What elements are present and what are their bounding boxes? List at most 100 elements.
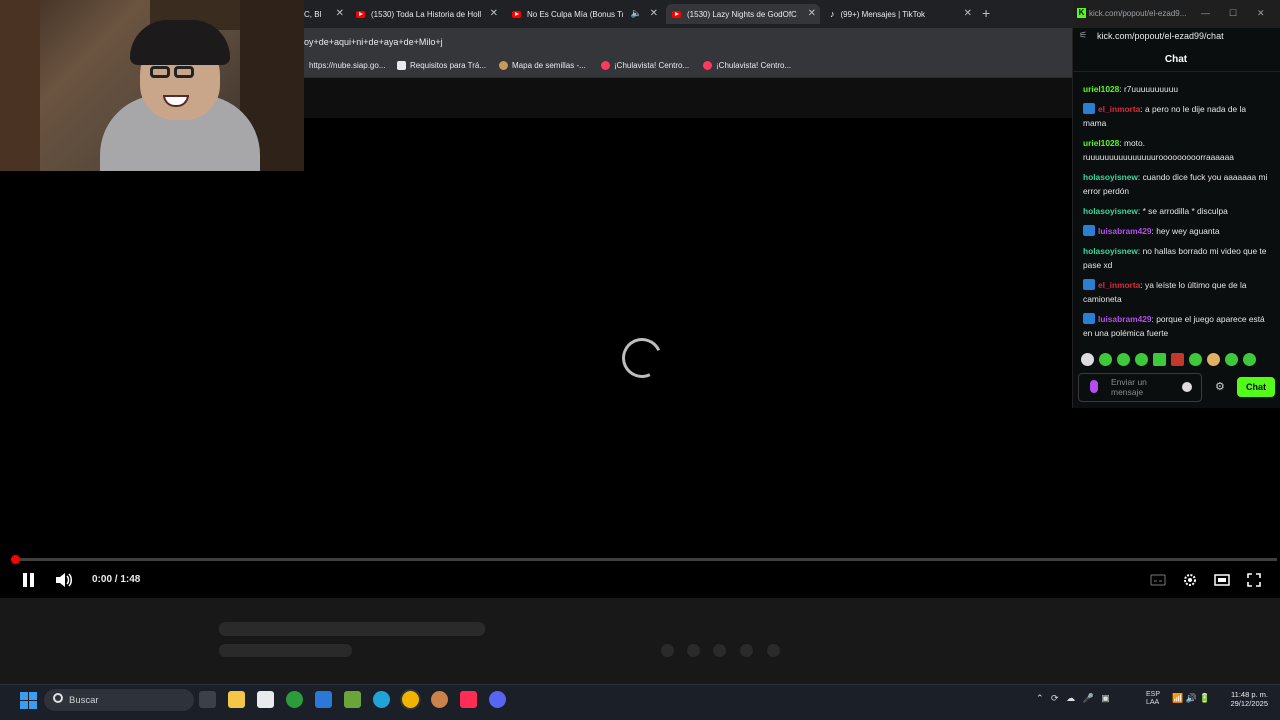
emote-icon[interactable] [1171, 353, 1184, 366]
send-chat-button[interactable]: Chat [1237, 377, 1275, 397]
microphone-icon[interactable] [1090, 380, 1098, 393]
subscriber-badge-icon [1083, 103, 1095, 114]
volume-button[interactable] [55, 572, 73, 588]
maximize-icon[interactable]: ☐ [1229, 8, 1237, 19]
site-settings-icon[interactable]: ⚟ [1079, 30, 1087, 41]
emoji-icon[interactable] [1182, 382, 1192, 392]
progress-scrubber[interactable] [11, 555, 20, 564]
close-icon[interactable]: ✕ [964, 8, 972, 20]
app-icon[interactable] [431, 691, 448, 708]
minecraft-icon[interactable] [344, 691, 361, 708]
fullscreen-button[interactable] [1246, 572, 1262, 588]
chat-username[interactable]: el_inmorta [1098, 280, 1140, 290]
time-display: 0:00 / 1:48 [92, 574, 141, 585]
discord-icon[interactable] [489, 691, 506, 708]
browser-tab[interactable]: No Es Culpa Mía (Bonus Tr 🔈 ✕ [506, 4, 662, 24]
settings-button[interactable] [1182, 572, 1198, 588]
emote-icon[interactable] [1117, 353, 1130, 366]
new-tab-button[interactable]: + [982, 5, 990, 21]
airbnb-icon [601, 61, 610, 70]
task-view-icon[interactable] [199, 691, 216, 708]
chat-username[interactable]: el_inmorta [1098, 104, 1140, 114]
language-indicator[interactable]: ESP LAA [1146, 691, 1160, 707]
app-icon[interactable] [315, 691, 332, 708]
file-explorer-icon[interactable] [228, 691, 245, 708]
chat-message-list: uriel1028: r7uuuuuuuuuu el_inmorta: a per… [1083, 82, 1269, 346]
emote-icon[interactable] [1099, 353, 1112, 366]
clock[interactable]: 11:48 p. m. 29/12/2025 [1222, 690, 1268, 708]
youtube-icon [356, 10, 365, 18]
theater-mode-button[interactable] [1214, 572, 1230, 588]
taskbar-search[interactable] [44, 689, 194, 711]
skeleton-dot [713, 644, 726, 657]
bookmark-item[interactable]: ¡Chulavista! Centro... [601, 61, 689, 70]
chat-message: holasoyisnew: * se arrodilla * disculpa [1083, 204, 1269, 218]
chat-username[interactable]: luisabram429 [1098, 226, 1152, 236]
chat-username[interactable]: holasoyisnew [1083, 246, 1138, 256]
airbnb-icon [703, 61, 712, 70]
bookmark-item[interactable]: https://nube.siap.go... [309, 61, 386, 70]
volume-icon [56, 573, 72, 587]
chat-message: holasoyisnew: no hallas borrado mi video… [1083, 244, 1269, 272]
system-tray[interactable]: ⌃ ⟳ ☁ 🎤 ▣ [1036, 693, 1110, 704]
skeleton-dot [740, 644, 753, 657]
url-input[interactable]: oy+de+aqui+ni+de+aya+de+Milo+j [304, 37, 443, 47]
close-icon[interactable]: ✕ [808, 8, 816, 20]
map-icon [499, 61, 508, 70]
chrome-icon[interactable] [402, 691, 419, 708]
chat-input-placeholder[interactable]: Enviar un mensaje [1111, 377, 1175, 397]
chat-message: luisabram429: hey wey aguanta [1083, 224, 1269, 238]
chat-username[interactable]: holasoyisnew [1083, 172, 1138, 182]
chat-message: uriel1028: moto. ruuuuuuuuuuuuuuuroooooo… [1083, 136, 1269, 164]
youtube-icon [512, 10, 521, 18]
chat-settings-icon[interactable]: ⚙ [1215, 380, 1225, 393]
chat-username[interactable]: luisabram429 [1098, 314, 1152, 324]
emote-icon[interactable] [1135, 353, 1148, 366]
chat-message: uriel1028: r7uuuuuuuuuu [1083, 82, 1269, 96]
xbox-icon[interactable] [286, 691, 303, 708]
wifi-volume-battery-icon[interactable]: 📶 🔊 🔋 [1172, 693, 1211, 704]
emote-icon[interactable] [1207, 353, 1220, 366]
close-icon[interactable]: ✕ [490, 8, 498, 20]
emote-icon[interactable] [1189, 353, 1202, 366]
store-icon[interactable] [257, 691, 274, 708]
emote-icon[interactable] [1081, 353, 1094, 366]
start-button[interactable] [20, 692, 37, 709]
speaker-icon[interactable]: 🔈 [631, 8, 642, 19]
close-icon[interactable]: ✕ [650, 8, 658, 20]
youtube-icon [672, 10, 681, 18]
search-icon [53, 693, 63, 703]
bookmark-item[interactable]: Requisitos para Trá... [397, 61, 486, 70]
chat-username[interactable]: uriel1028 [1083, 138, 1119, 148]
browser-tab[interactable]: C, Bl ✕ [298, 4, 348, 24]
chat-message: el_inmorta: a pero no le dije nada de la… [1083, 102, 1269, 130]
bookmark-item[interactable]: ¡Chulavista! Centro... [703, 61, 791, 70]
browser-tab[interactable]: ♪ (99+) Mensajes | TikTok ✕ [824, 4, 976, 24]
window-title: kick.com/popout/el-ezad9... [1089, 9, 1187, 18]
bookmark-item[interactable]: Mapa de semillas -... [499, 61, 586, 70]
tiktok-icon: ♪ [830, 9, 835, 19]
subtitles-button[interactable] [1150, 572, 1166, 588]
chat-username[interactable]: uriel1028 [1083, 84, 1119, 94]
tiktok-icon[interactable] [460, 691, 477, 708]
emote-icon[interactable] [1153, 353, 1166, 366]
pause-button[interactable] [23, 573, 35, 587]
skeleton-dot [767, 644, 780, 657]
browser-tab-active[interactable]: (1530) Lazy Nights de GodOfC ✕ [666, 4, 820, 24]
chat-username[interactable]: holasoyisnew [1083, 206, 1138, 216]
chat-message: el_inmorta: ya leíste lo último que de l… [1083, 278, 1269, 306]
fullscreen-icon [1247, 573, 1261, 587]
minimize-icon[interactable]: — [1201, 8, 1210, 18]
chat-message-text: : * se arrodilla * disculpa [1137, 206, 1228, 216]
emote-icon[interactable] [1225, 353, 1238, 366]
browser-tab[interactable]: (1530) Toda La Historia de Holl ✕ [350, 4, 502, 24]
doc-icon [397, 61, 406, 70]
emote-icon[interactable] [1243, 353, 1256, 366]
skeleton-title [219, 622, 485, 636]
subscriber-badge-icon [1083, 225, 1095, 236]
subscriber-badge-icon [1083, 313, 1095, 324]
progress-bar[interactable] [15, 558, 1277, 561]
close-icon[interactable]: ✕ [1257, 8, 1265, 19]
edge-icon[interactable] [373, 691, 390, 708]
close-icon[interactable]: ✕ [336, 8, 344, 20]
